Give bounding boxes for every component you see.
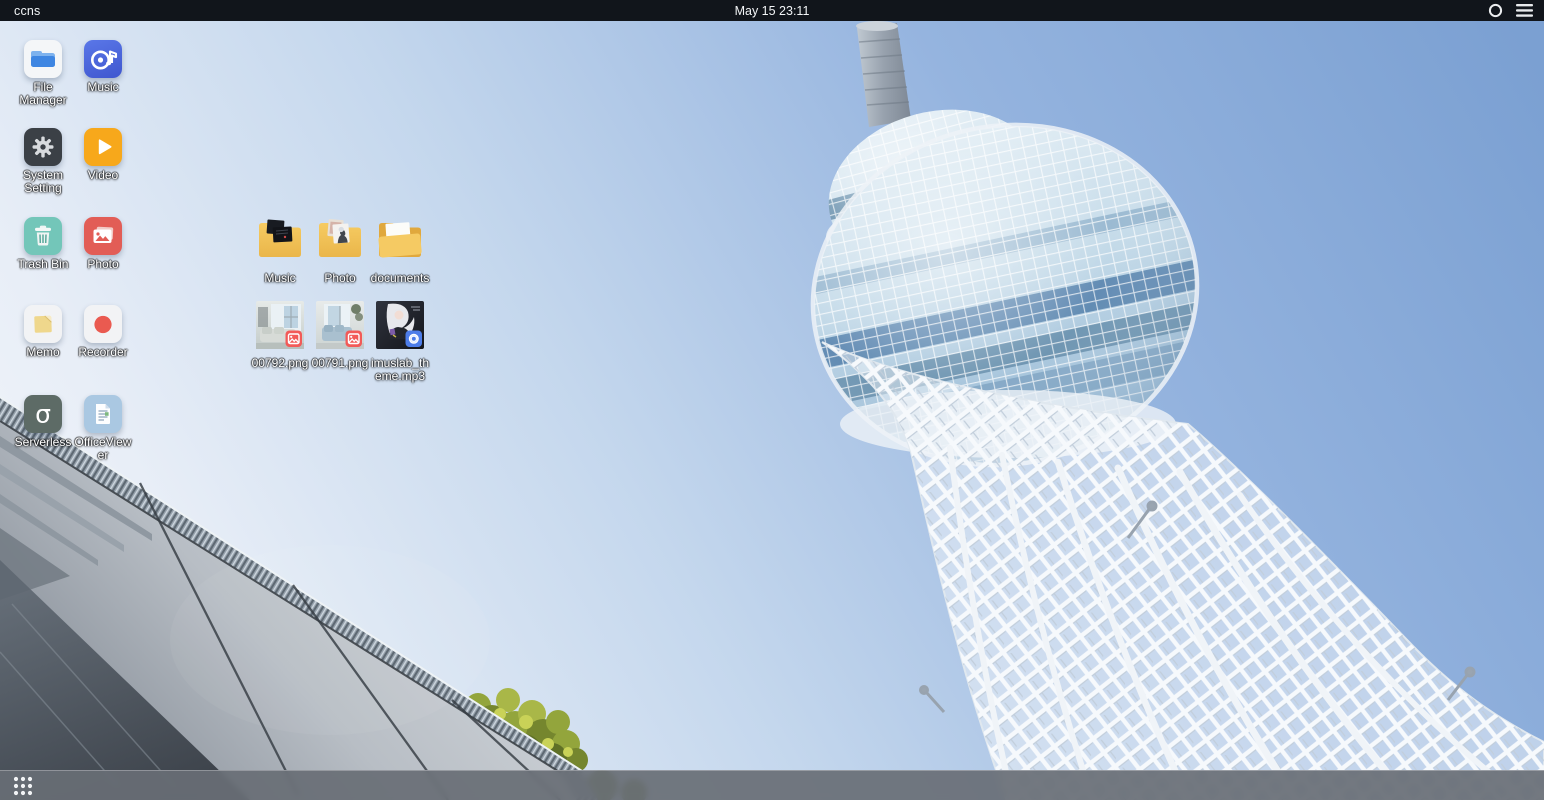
taskbar: [0, 770, 1544, 800]
wallpaper-skytree: [0, 0, 1544, 800]
photo-app-icon: [84, 217, 122, 255]
desktop-icon-photo-app[interactable]: Photo: [72, 217, 134, 271]
icon-label: Photo: [72, 258, 134, 271]
icon-label: File Manager: [12, 81, 74, 107]
icon-label: OfficeViewer: [72, 436, 134, 462]
desktop-icon-recorder[interactable]: Recorder: [72, 305, 134, 359]
icon-label: Memo: [12, 346, 74, 359]
active-app-label[interactable]: ccns: [14, 4, 41, 18]
image-badge-icon: [286, 331, 303, 348]
desktop-icon-video[interactable]: Video: [72, 128, 134, 182]
file-imuslab-theme-mp3[interactable]: imuslab_theme.mp3: [368, 301, 432, 383]
recorder-icon: [84, 305, 122, 343]
music-folder-icon: [254, 214, 306, 264]
icon-label: System Setting: [12, 169, 74, 195]
folder-documents[interactable]: documents: [368, 214, 432, 285]
music-app-icon: [84, 40, 122, 78]
topbar: ccns May 15 23:11: [0, 0, 1544, 21]
folder-label: documents: [368, 272, 432, 285]
file-label: 00792.png: [248, 357, 312, 370]
icon-label: Music: [72, 81, 134, 94]
folder-label: Music: [248, 272, 312, 285]
office-viewer-icon: [84, 395, 122, 433]
desktop-icon-file-manager[interactable]: File Manager: [12, 40, 74, 107]
file-label: 00791.png: [308, 357, 372, 370]
icon-label: Trash Bin: [12, 258, 74, 271]
desktop-icon-memo[interactable]: Memo: [12, 305, 74, 359]
folder-photo[interactable]: Photo: [308, 214, 372, 285]
svg-text:σ: σ: [35, 400, 51, 429]
desktop-icon-trash-bin[interactable]: Trash Bin: [12, 217, 74, 271]
image-badge-icon: [346, 331, 363, 348]
trash-bin-icon: [24, 217, 62, 255]
icon-label: Recorder: [72, 346, 134, 359]
desktop-icon-system-setting[interactable]: System Setting: [12, 128, 74, 195]
app-grid-icon: [12, 775, 34, 797]
file-manager-icon: [24, 40, 62, 78]
clock: May 15 23:11: [735, 4, 810, 18]
file-00792-png[interactable]: 00792.png: [248, 301, 312, 370]
icon-label: Video: [72, 169, 134, 182]
video-app-icon: [84, 128, 122, 166]
folder-music[interactable]: Music: [248, 214, 312, 285]
image-file-thumbnail: [256, 301, 304, 349]
audio-badge-icon: [406, 331, 423, 348]
desktop-icon-serverless[interactable]: σ Serverless: [12, 395, 74, 449]
icon-label: Serverless: [12, 436, 74, 449]
menu-icon[interactable]: [1516, 4, 1533, 17]
activity-ring-icon[interactable]: [1488, 3, 1503, 18]
folder-label: Photo: [308, 272, 372, 285]
audio-file-thumbnail: [376, 301, 424, 349]
image-file-thumbnail: [316, 301, 364, 349]
photo-folder-icon: [314, 214, 366, 264]
app-grid-button[interactable]: [9, 772, 37, 800]
desktop-screen: ccns May 15 23:11 File Manager: [0, 0, 1544, 800]
system-setting-icon: [24, 128, 62, 166]
desktop-icon-officeviewer[interactable]: OfficeViewer: [72, 395, 134, 462]
desktop-icon-music-app[interactable]: Music: [72, 40, 134, 94]
file-label: imuslab_theme.mp3: [368, 357, 432, 383]
serverless-icon: σ: [24, 395, 62, 433]
memo-icon: [24, 305, 62, 343]
file-00791-png[interactable]: 00791.png: [308, 301, 372, 370]
documents-folder-icon: [374, 214, 426, 264]
